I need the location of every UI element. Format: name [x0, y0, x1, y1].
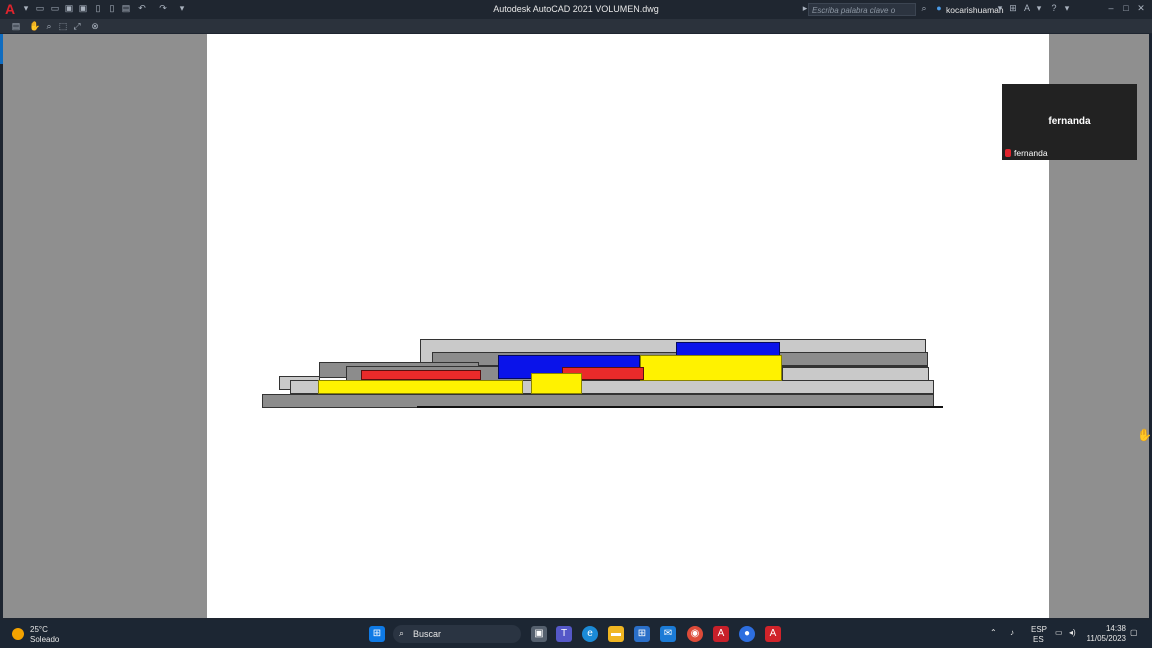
layer-middle-right: [782, 367, 929, 381]
participant-name: fernanda: [1048, 116, 1091, 127]
weather-sun-icon[interactable]: [12, 628, 24, 640]
mail-icon[interactable]: ✉: [660, 626, 676, 642]
help-search-input[interactable]: Escriba palabra clave o frase: [808, 3, 916, 28]
base-line: [417, 406, 943, 408]
taskbar-clock[interactable]: 14:38 11/05/2023: [1087, 624, 1126, 644]
paper-sheet[interactable]: [207, 34, 1049, 618]
microphone-icon[interactable]: ♪: [1010, 628, 1014, 637]
pan-icon[interactable]: ✋: [29, 21, 40, 31]
notifications-icon[interactable]: ▢: [1130, 628, 1138, 637]
taskbar-search[interactable]: ⌕ Buscar: [393, 625, 521, 643]
zoom-icon[interactable]: ⌕: [44, 21, 54, 31]
volume-icon[interactable]: ◂): [1069, 628, 1076, 637]
show-hidden-icons-icon[interactable]: ⌃: [990, 628, 997, 637]
help-icon[interactable]: ?: [1049, 3, 1059, 13]
close-icon[interactable]: ✕: [1136, 3, 1146, 13]
user-icon[interactable]: ●: [934, 3, 944, 13]
plot-preview-toolbar: ▤ ✋ ⌕ ⬚ ⤢ ⊗: [0, 19, 1152, 33]
search-icon: ⌕: [399, 628, 405, 638]
blue-block-top: [676, 342, 780, 356]
clock-date: 11/05/2023: [1086, 634, 1126, 643]
muted-mic-icon: [1005, 149, 1011, 157]
title-bar: A ▾ ▭ ▭ ▣ ▣ ▯ ▯ ▤ ↶ ↷ ▾ Autodesk AutoCAD…: [0, 0, 1152, 28]
file-explorer-icon[interactable]: ▬: [608, 626, 624, 642]
zoom-window-icon[interactable]: ⬚: [58, 21, 68, 31]
edge-icon[interactable]: e: [582, 626, 598, 642]
task-view-icon[interactable]: ▣: [531, 626, 547, 642]
close-preview-icon[interactable]: ⊗: [90, 21, 100, 31]
store-icon[interactable]: ⊞: [634, 626, 650, 642]
language-sub[interactable]: ES: [1033, 635, 1044, 644]
pan-hand-cursor-icon: ✋: [1137, 428, 1152, 442]
zoom-extents-icon[interactable]: ⤢: [72, 21, 82, 31]
autodesk-a360-icon[interactable]: A: [1022, 3, 1032, 13]
autocad-app-icon[interactable]: A: [765, 626, 781, 642]
teams-icon[interactable]: T: [556, 626, 572, 642]
user-dropdown-icon[interactable]: ▾: [995, 3, 1005, 13]
autocad-taskbar-icon[interactable]: A: [713, 626, 729, 642]
weather-temp[interactable]: 25°C: [30, 625, 48, 634]
network-icon[interactable]: ▭: [1055, 628, 1063, 637]
a360-dropdown-icon[interactable]: ▾: [1034, 3, 1044, 13]
zoom-app-icon[interactable]: ●: [739, 626, 755, 642]
weather-desc[interactable]: Soleado: [30, 635, 59, 644]
participant-label: fernanda: [1014, 148, 1048, 158]
yellow-block-left: [318, 380, 523, 394]
search-icon[interactable]: ⌕: [919, 3, 929, 13]
yellow-block-right: [640, 355, 782, 381]
yellow-block-center: [531, 373, 582, 394]
windows-taskbar: 25°C Soleado ⊞ ⌕ Buscar ▣ T e ▬ ⊞ ✉ ◉ A …: [0, 620, 1152, 648]
language-indicator[interactable]: ESP: [1031, 625, 1047, 634]
windows-start-icon[interactable]: ⊞: [369, 626, 385, 642]
clock-time: 14:38: [1105, 624, 1126, 633]
help-dropdown-icon[interactable]: ▾: [1062, 3, 1072, 13]
minimize-icon[interactable]: –: [1106, 3, 1116, 13]
cart-icon[interactable]: ⊞: [1008, 3, 1018, 13]
taskbar-search-label: Buscar: [413, 629, 442, 639]
maximize-icon[interactable]: □: [1121, 3, 1131, 13]
print-icon[interactable]: ▤: [11, 21, 21, 31]
red-block-left: [361, 370, 481, 380]
video-call-tile[interactable]: fernanda fernanda: [1002, 84, 1137, 160]
chrome-icon[interactable]: ◉: [687, 626, 703, 642]
